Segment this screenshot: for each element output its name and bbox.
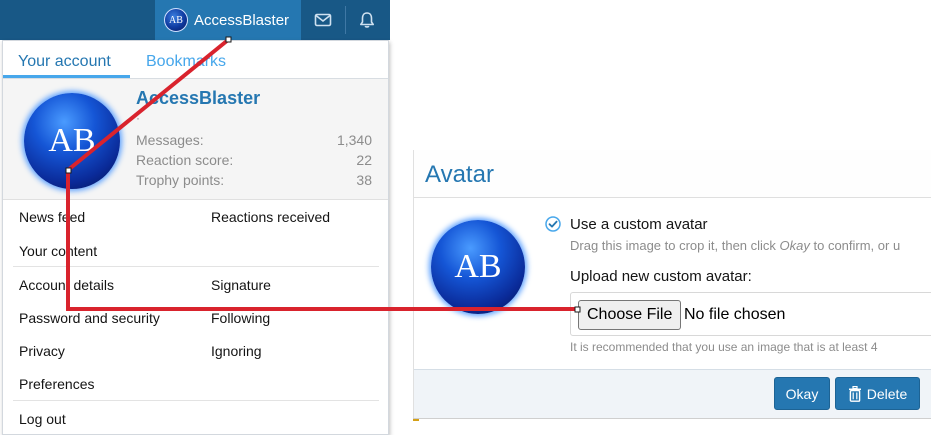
- account-menu-trigger[interactable]: AB AccessBlaster: [155, 0, 301, 40]
- stat-value: 38: [356, 172, 372, 188]
- menu-item-following[interactable]: Following: [211, 310, 270, 326]
- custom-avatar-option-label[interactable]: Use a custom avatar: [570, 216, 708, 233]
- active-tab-indicator: [3, 75, 130, 78]
- okay-button[interactable]: Okay: [774, 377, 830, 410]
- user-avatar-small: AB: [164, 8, 188, 32]
- file-upload-field[interactable]: Choose File No file chosen: [570, 292, 931, 336]
- menu-item-signature[interactable]: Signature: [211, 277, 271, 293]
- choose-file-button[interactable]: Choose File: [578, 300, 682, 330]
- avatar-overlay: Avatar AB Use a custom avatar Drag this …: [413, 150, 931, 418]
- menu-item-your-content[interactable]: Your content: [19, 243, 97, 259]
- radio-checked-icon[interactable]: [545, 216, 561, 232]
- custom-avatar-hint: Drag this image to crop it, then click O…: [570, 238, 900, 253]
- menu-tabs: Your account Bookmarks: [3, 41, 388, 79]
- stat-label: Reaction score:: [136, 152, 234, 168]
- stat-messages: Messages: 1,340: [136, 132, 372, 148]
- account-dropdown-menu: Your account Bookmarks AB AccessBlaster …: [2, 40, 389, 435]
- upload-avatar-label: Upload new custom avatar:: [570, 268, 752, 285]
- menu-item-news-feed[interactable]: News feed: [19, 209, 85, 225]
- profile-summary: AB AccessBlaster · Messages: 1,340 React…: [3, 79, 388, 200]
- stat-label: Messages:: [136, 132, 204, 148]
- trash-icon: [848, 385, 861, 402]
- menu-divider: [13, 400, 379, 401]
- no-file-chosen-text: No file chosen: [684, 306, 786, 323]
- profile-username[interactable]: AccessBlaster: [136, 88, 260, 109]
- upload-recommendation: It is recommended that you use an image …: [570, 340, 878, 354]
- stat-label: Trophy points:: [136, 172, 225, 188]
- menu-item-password-security[interactable]: Password and security: [19, 310, 160, 326]
- overlay-title: Avatar: [425, 161, 494, 188]
- menu-item-account-details[interactable]: Account details: [19, 277, 114, 293]
- okay-button-label: Okay: [785, 385, 819, 402]
- tab-bookmarks[interactable]: Bookmarks: [146, 53, 226, 71]
- topbar-username: AccessBlaster: [194, 11, 290, 29]
- menu-divider: [13, 266, 379, 267]
- menu-item-ignoring[interactable]: Ignoring: [211, 343, 262, 359]
- menu-item-privacy[interactable]: Privacy: [19, 343, 65, 359]
- stat-value: 22: [356, 152, 372, 168]
- hint-text: to confirm, or u: [809, 238, 901, 253]
- stat-value: 1,340: [336, 132, 372, 148]
- menu-item-reactions-received[interactable]: Reactions received: [211, 209, 330, 225]
- profile-avatar[interactable]: AB: [24, 93, 120, 189]
- top-navigation-bar: AB AccessBlaster: [0, 0, 390, 40]
- overlay-footer: Okay Delete: [414, 369, 931, 418]
- hint-text: Drag this image to crop it, then click: [570, 238, 780, 253]
- alerts-button[interactable]: [345, 0, 389, 40]
- hint-emphasis: Okay: [779, 238, 810, 253]
- menu-item-log-out[interactable]: Log out: [19, 411, 66, 427]
- tab-your-account[interactable]: Your account: [18, 53, 111, 71]
- user-title-dot: ·: [136, 111, 140, 125]
- screenshot-stage: AB AccessBlaster Your account Bookmarks …: [0, 0, 931, 435]
- delete-button-label: Delete: [866, 385, 908, 402]
- overlay-header: Avatar: [414, 150, 931, 198]
- menu-item-preferences[interactable]: Preferences: [19, 376, 94, 392]
- page-edge-strip: [413, 418, 931, 435]
- stat-trophy-points: Trophy points: 38: [136, 172, 372, 188]
- envelope-icon: [314, 13, 332, 27]
- delete-button[interactable]: Delete: [835, 377, 920, 410]
- stat-reaction-score: Reaction score: 22: [136, 152, 372, 168]
- bell-icon: [360, 12, 374, 28]
- avatar-crop-preview[interactable]: AB: [431, 220, 525, 314]
- inbox-button[interactable]: [301, 0, 345, 40]
- edge-accent: [413, 419, 419, 421]
